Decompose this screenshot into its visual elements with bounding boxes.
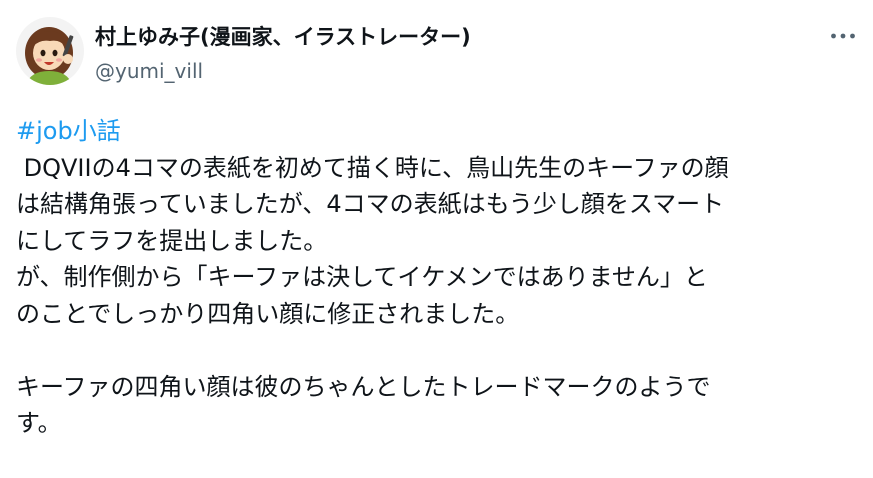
avatar[interactable] xyxy=(16,17,84,85)
tweet-line: DQVIIの4コマの表紙を初めて描く時に、鳥山先生のキーファの顔 xyxy=(16,153,729,182)
tweet-body: #job小話 DQVIIの4コマの表紙を初めて描く時に、鳥山先生のキーファの顔 … xyxy=(16,113,866,442)
tweet-line: は結構角張っていましたが、4コマの表紙はもう少し顔をスマート xyxy=(16,190,725,218)
author-handle[interactable]: @yumi_vill xyxy=(95,58,203,84)
tweet-line: にしてラフを提出しました。 xyxy=(16,226,328,255)
tweet: 村上ゆみ子(漫画家、イラストレーター) @yumi_vill #job小話 DQ… xyxy=(0,0,873,478)
author-name[interactable]: 村上ゆみ子(漫画家、イラストレーター) xyxy=(95,24,471,50)
tweet-line: す。 xyxy=(16,409,62,437)
tweet-line: のことでしっかり四角い顔に修正されました。 xyxy=(16,299,520,328)
more-dots-icon xyxy=(831,33,855,39)
hashtag-link[interactable]: #job小話 xyxy=(16,117,121,145)
tweet-line: が、制作側から「キーファは決して​イケメンではありません」と xyxy=(16,263,708,291)
more-button[interactable] xyxy=(825,18,861,54)
avatar-illustration-icon xyxy=(16,17,84,85)
tweet-line: キーファの四角い顔は彼のちゃんとしたトレードマークのようで xyxy=(16,372,711,401)
